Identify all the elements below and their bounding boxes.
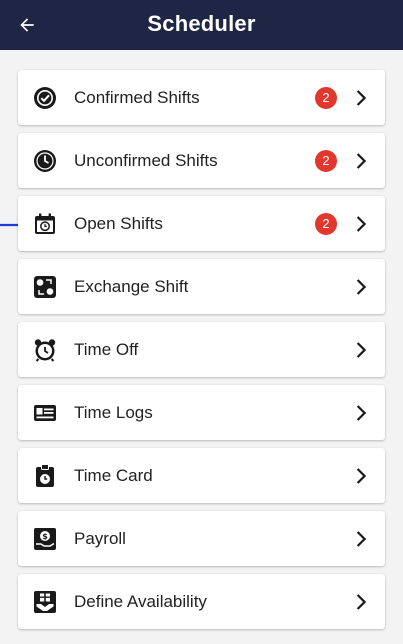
menu-item-exchange-shift[interactable]: Exchange Shift xyxy=(18,259,385,314)
exchange-icon xyxy=(33,275,57,299)
menu-item-time-card[interactable]: Time Card xyxy=(18,448,385,503)
payroll-icon: $ xyxy=(33,527,57,551)
chevron-right-icon xyxy=(349,86,373,110)
chevron-right-icon xyxy=(349,338,373,362)
menu-item-time-logs[interactable]: Time Logs xyxy=(18,385,385,440)
app-header: Scheduler xyxy=(0,0,403,50)
menu-item-confirmed-shifts[interactable]: Confirmed Shifts 2 xyxy=(18,70,385,125)
alarm-clock-icon xyxy=(33,338,57,362)
chevron-right-icon xyxy=(349,464,373,488)
menu-item-label: Time Logs xyxy=(74,403,153,422)
page-title: Scheduler xyxy=(147,11,256,36)
chevron-right-icon xyxy=(349,590,373,614)
menu-item-time-off[interactable]: Time Off xyxy=(18,322,385,377)
clock-icon xyxy=(33,149,57,173)
menu-item-payroll[interactable]: $ Payroll xyxy=(18,511,385,566)
chevron-right-icon xyxy=(349,212,373,236)
menu-item-unconfirmed-shifts[interactable]: Unconfirmed Shifts 2 xyxy=(18,133,385,188)
svg-text:$: $ xyxy=(42,532,48,541)
menu-item-label: Unconfirmed Shifts xyxy=(74,151,218,170)
menu-item-label: Define Availability xyxy=(74,592,207,611)
menu-item-label: Time Card xyxy=(74,466,153,485)
menu-item-label: Time Off xyxy=(74,340,139,359)
menu-item-label: Open Shifts xyxy=(74,214,163,233)
count-badge: 2 xyxy=(315,150,337,172)
chevron-right-icon xyxy=(349,149,373,173)
menu-item-open-shifts[interactable]: Open Shifts 2 xyxy=(18,196,385,251)
chevron-right-icon xyxy=(349,527,373,551)
chevron-right-icon xyxy=(349,275,373,299)
count-badge: 2 xyxy=(315,213,337,235)
hand-gift-icon xyxy=(33,590,57,614)
menu-item-label: Exchange Shift xyxy=(74,277,189,296)
menu-item-label: Payroll xyxy=(74,529,126,548)
check-circle-icon xyxy=(33,86,57,110)
time-card-icon xyxy=(33,464,57,488)
chevron-right-icon xyxy=(349,401,373,425)
menu-item-label: Confirmed Shifts xyxy=(74,88,200,107)
menu-item-define-availability[interactable]: Define Availability xyxy=(18,574,385,629)
id-card-icon xyxy=(33,401,57,425)
calendar-clock-icon xyxy=(33,212,57,236)
count-badge: 2 xyxy=(315,87,337,109)
scheduler-menu: Confirmed Shifts 2 Unconfirmed Shifts 2 xyxy=(18,70,385,637)
